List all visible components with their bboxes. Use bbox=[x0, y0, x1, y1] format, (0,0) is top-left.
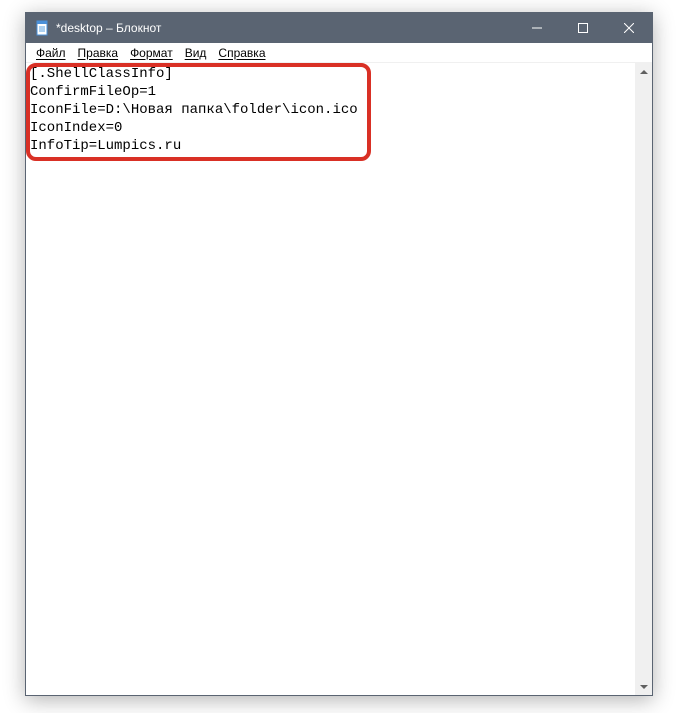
text-content[interactable]: [.ShellClassInfo] ConfirmFileOp=1 IconFi… bbox=[30, 65, 358, 155]
menubar: Файл Правка Формат Вид Справка bbox=[26, 43, 652, 63]
menu-edit[interactable]: Правка bbox=[72, 45, 125, 61]
window-controls bbox=[514, 13, 652, 43]
window-title: *desktop – Блокнот bbox=[56, 21, 514, 35]
scroll-down-arrow[interactable] bbox=[635, 678, 652, 695]
notepad-window: *desktop – Блокнот Файл Правка Формат Ви… bbox=[25, 12, 653, 696]
maximize-button[interactable] bbox=[560, 13, 606, 43]
minimize-button[interactable] bbox=[514, 13, 560, 43]
menu-file[interactable]: Файл bbox=[30, 45, 72, 61]
scroll-track[interactable] bbox=[635, 80, 652, 678]
menu-format[interactable]: Формат bbox=[124, 45, 179, 61]
notepad-icon bbox=[34, 20, 50, 36]
editor-area[interactable]: [.ShellClassInfo] ConfirmFileOp=1 IconFi… bbox=[26, 63, 652, 695]
vertical-scrollbar[interactable] bbox=[635, 63, 652, 695]
menu-help[interactable]: Справка bbox=[212, 45, 271, 61]
scroll-up-arrow[interactable] bbox=[635, 63, 652, 80]
titlebar[interactable]: *desktop – Блокнот bbox=[26, 13, 652, 43]
close-button[interactable] bbox=[606, 13, 652, 43]
menu-view[interactable]: Вид bbox=[179, 45, 213, 61]
